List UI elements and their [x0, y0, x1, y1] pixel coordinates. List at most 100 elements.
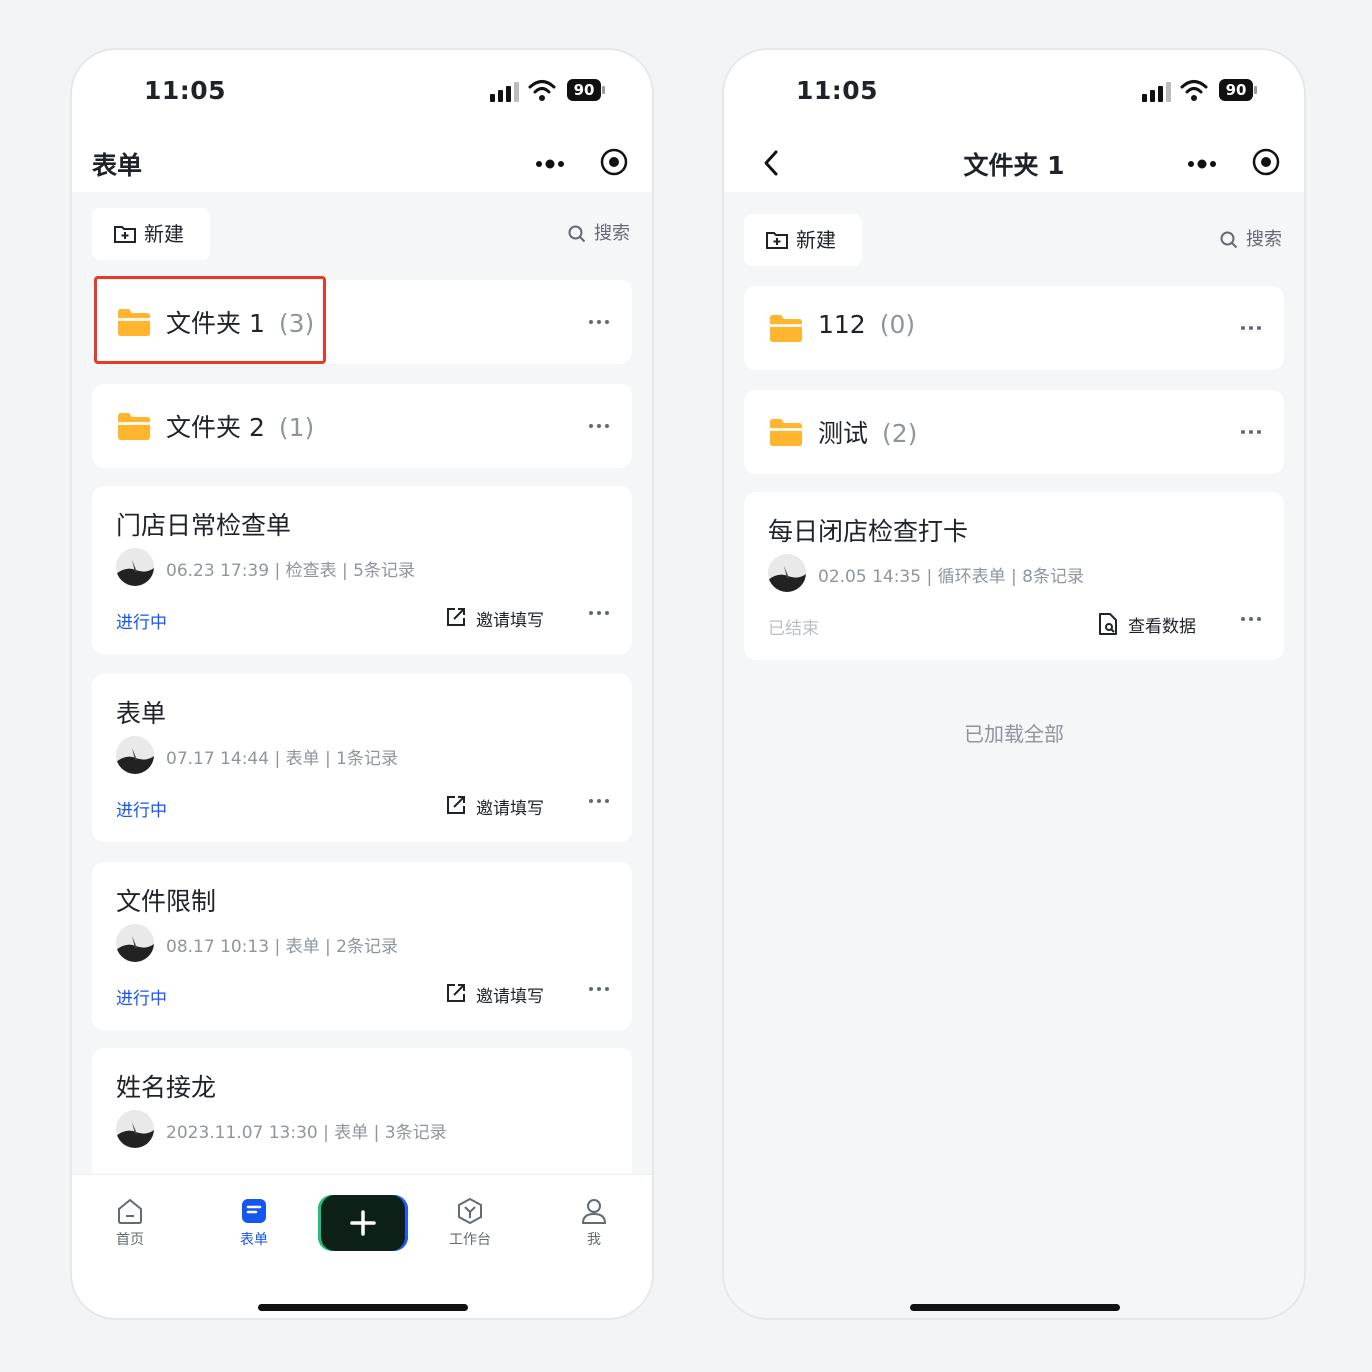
folder-title: 测试 — [818, 419, 869, 448]
more-icon — [586, 413, 612, 439]
view-data-button[interactable]: 查看数据 — [1098, 612, 1196, 637]
home-indicator — [910, 1304, 1120, 1311]
loaded-all-text: 已加载全部 — [964, 722, 1064, 746]
form-card[interactable]: 文件限制 08.17 10:13 | 表单 | 2条记录 进行中 邀请填写 — [92, 862, 632, 1030]
more-options-button[interactable] — [1238, 419, 1264, 445]
new-folder-icon — [114, 226, 136, 243]
invite-fill-button[interactable]: 邀请填写 — [446, 606, 544, 631]
form-meta: 07.17 14:44 | 表单 | 1条记录 — [166, 749, 398, 769]
share-icon — [447, 984, 465, 1002]
form-title: 姓名接龙 — [116, 1073, 217, 1102]
tab-me[interactable]: 我 — [554, 1197, 634, 1249]
more-menu-icon[interactable] — [1184, 150, 1220, 178]
folder-name: 测试 (2) — [818, 414, 917, 450]
tab-label: 工作台 — [449, 1232, 491, 1248]
status-badge: 已结束 — [768, 619, 819, 639]
more-menu-icon[interactable] — [532, 150, 568, 178]
close-miniprogram-icon[interactable] — [599, 147, 629, 177]
search-button[interactable]: 搜索 — [568, 220, 630, 248]
more-icon — [1238, 315, 1264, 341]
workbench-icon — [458, 1197, 482, 1225]
folder-name: 112 (0) — [818, 310, 915, 339]
tab-home[interactable]: 首页 — [90, 1197, 170, 1249]
form-title: 文件限制 — [116, 887, 217, 916]
more-options-button[interactable] — [586, 788, 612, 814]
create-button[interactable] — [318, 1195, 408, 1251]
folder-title: 112 — [818, 310, 866, 339]
nav-bar: 文件夹 1 — [724, 136, 1304, 192]
new-button[interactable]: 新建 — [92, 208, 210, 260]
phone-folder-detail: 11:05 90 文件夹 1 新建 搜索 112 (0) 测试 (2) 每日闭店… — [722, 48, 1306, 1320]
folder-icon — [768, 312, 804, 344]
phone-forms-list: 11:05 90 表单 新建 搜索 文件夹 1 (3) 文件夹 2 (1) 门店… — [70, 48, 654, 1320]
signal-icon — [490, 82, 519, 102]
status-time: 11:05 — [796, 76, 879, 105]
more-icon — [586, 309, 612, 335]
close-miniprogram-icon[interactable] — [1251, 147, 1281, 177]
folder-item[interactable]: 112 (0) — [744, 286, 1284, 370]
home-icon — [118, 1199, 142, 1224]
view-data-label: 查看数据 — [1128, 617, 1196, 637]
battery-indicator: 90 — [567, 79, 607, 101]
more-icon — [586, 976, 612, 1002]
more-options-button[interactable] — [586, 976, 612, 1002]
form-card[interactable]: 每日闭店检查打卡 02.05 14:35 | 循环表单 | 8条记录 已结束 查… — [744, 492, 1284, 660]
form-title: 表单 — [116, 699, 167, 728]
folder-count: (1) — [278, 413, 315, 442]
form-meta: 06.23 17:39 | 检查表 | 5条记录 — [166, 561, 415, 581]
tab-label: 我 — [587, 1232, 601, 1248]
search-button[interactable]: 搜索 — [1220, 226, 1282, 254]
wifi-icon — [528, 80, 556, 101]
tab-forms[interactable]: 表单 — [214, 1197, 294, 1249]
form-card[interactable]: 表单 07.17 14:44 | 表单 | 1条记录 进行中 邀请填写 — [92, 674, 632, 842]
folder-title: 文件夹 2 — [166, 413, 265, 442]
more-icon — [586, 788, 612, 814]
invite-fill-button[interactable]: 邀请填写 — [446, 982, 544, 1007]
avatar — [768, 554, 806, 592]
folder-count: (2) — [882, 419, 918, 448]
search-icon — [568, 225, 586, 243]
folder-icon — [768, 416, 804, 448]
tab-bar: 首页 表单 工作台 我 — [72, 1174, 652, 1318]
more-options-button[interactable] — [1238, 315, 1264, 341]
page-title: 表单 — [92, 151, 143, 180]
avatar — [116, 924, 154, 962]
signal-icon — [1142, 82, 1171, 102]
tab-label: 表单 — [240, 1232, 268, 1248]
invite-fill-button[interactable]: 邀请填写 — [446, 794, 544, 819]
folder-count: (0) — [879, 310, 916, 339]
avatar — [116, 548, 154, 586]
view-data-icon — [1099, 613, 1117, 635]
status-bar: 11:05 90 — [72, 50, 652, 136]
tab-workbench[interactable]: 工作台 — [430, 1197, 510, 1249]
status-badge: 进行中 — [116, 613, 167, 633]
more-options-button[interactable] — [586, 600, 612, 626]
status-bar: 11:05 90 — [724, 50, 1304, 136]
form-meta: 2023.11.07 13:30 | 表单 | 3条记录 — [166, 1123, 447, 1143]
form-card[interactable]: 门店日常检查单 06.23 17:39 | 检查表 | 5条记录 进行中 邀请填… — [92, 486, 632, 654]
form-title: 每日闭店检查打卡 — [768, 517, 969, 546]
battery-tip — [602, 86, 605, 94]
folder-item[interactable]: 测试 (2) — [744, 390, 1284, 474]
home-indicator — [258, 1304, 468, 1311]
battery-tip — [1254, 86, 1257, 94]
form-meta: 08.17 10:13 | 表单 | 2条记录 — [166, 937, 398, 957]
form-meta: 02.05 14:35 | 循环表单 | 8条记录 — [818, 567, 1084, 587]
folder-item[interactable]: 文件夹 2 (1) — [92, 384, 632, 468]
more-icon — [1238, 606, 1264, 632]
new-folder-icon — [766, 232, 788, 249]
battery-level: 90 — [567, 79, 601, 101]
more-options-button[interactable] — [586, 413, 612, 439]
status-time: 11:05 — [144, 76, 227, 105]
form-icon — [242, 1199, 266, 1223]
highlight-box — [94, 276, 326, 364]
more-options-button[interactable] — [586, 309, 612, 335]
more-icon — [586, 600, 612, 626]
nav-bar: 表单 — [72, 136, 652, 192]
more-options-button[interactable] — [1238, 606, 1264, 632]
share-icon — [447, 608, 465, 626]
avatar — [116, 1110, 154, 1148]
tab-label: 首页 — [116, 1232, 144, 1248]
status-badge: 进行中 — [116, 989, 167, 1009]
new-button[interactable]: 新建 — [744, 214, 862, 266]
